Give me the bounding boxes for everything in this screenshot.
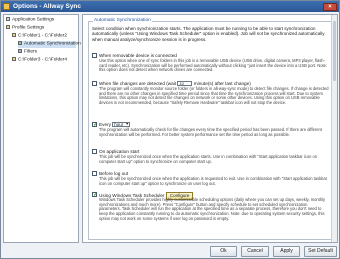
tree-item-automatic-synchronization[interactable]: Automatic Synchronization (18, 41, 81, 48)
title-bar[interactable]: Options - Allway Sync × (1, 1, 339, 12)
option-description: The program will constantly monitor sour… (99, 86, 329, 106)
vertical-scrollbar[interactable] (331, 15, 337, 242)
tree-item-folder-pair-1[interactable]: C:\Folder1 - C:\Folder2 (12, 33, 67, 40)
before-log-out-checkbox[interactable] (92, 171, 97, 176)
tree-item-label: Application Settings (12, 17, 55, 23)
settings-tree: Application Settings Profile Settings C:… (3, 14, 81, 243)
option-description: This job will be synchronized once when … (99, 176, 328, 186)
tree-item-folder-pair-2[interactable]: C:\Folder3 - C:\Folder4 (12, 57, 67, 64)
auto-sync-icon (18, 41, 22, 45)
options-window: Options - Allway Sync × Application Sett… (0, 0, 340, 259)
close-button[interactable]: × (323, 2, 337, 11)
window-title: Options - Allway Sync (13, 2, 82, 10)
select-value: hour (114, 121, 124, 127)
file-changes-checkbox[interactable] (92, 81, 97, 86)
tree-item-application-settings[interactable]: Application Settings (6, 17, 54, 24)
profile-folder-icon (6, 25, 10, 29)
tree-item-label: C:\Folder3 - C:\Folder4 (18, 57, 68, 63)
tree-item-profile-settings[interactable]: Profile Settings (6, 25, 44, 32)
every-checkbox[interactable] (92, 122, 97, 128)
filter-icon (18, 49, 22, 53)
removable-device-checkbox[interactable] (92, 53, 97, 58)
tree-item-label: Profile Settings (12, 25, 45, 31)
scrollbar-thumb[interactable] (332, 21, 336, 81)
tree-item-filters[interactable]: Filters (18, 49, 37, 56)
set-default-button[interactable]: Set Default (304, 246, 337, 257)
option-label-before: Every (99, 121, 111, 127)
option-description: Use this option when one of sync folders… (99, 58, 328, 73)
task-scheduler-checkbox[interactable] (92, 192, 97, 198)
app-settings-icon (6, 17, 10, 21)
tree-item-label: Filters (24, 49, 38, 55)
tree-item-label: C:\Folder1 - C:\Folder2 (18, 33, 68, 39)
option-description: The program will automatically check for… (99, 127, 322, 137)
apply-button[interactable]: Apply (273, 246, 300, 257)
option-label-after: minute(s) after last change) (193, 80, 251, 86)
group-title: Automatic Synchronization (93, 17, 152, 23)
folder-pair-icon (12, 57, 16, 61)
folder-pair-icon (12, 33, 16, 37)
ok-button[interactable]: Ok (210, 246, 237, 257)
option-label-before: When file changes are detected (wait (99, 80, 177, 86)
settings-panel: Automatic Synchronization Select conditi… (82, 14, 338, 243)
application-start-checkbox[interactable] (92, 149, 97, 154)
cancel-button[interactable]: Cancel (241, 246, 269, 257)
app-icon (3, 3, 10, 10)
intro-text: Select condition when synchronization st… (92, 26, 325, 42)
close-icon: × (328, 3, 332, 10)
option-description: This job will be synchronized once when … (99, 154, 318, 164)
option-description: Windows Task Scheduler provides highly c… (99, 197, 326, 221)
tree-item-label: Automatic Synchronization (24, 41, 81, 47)
